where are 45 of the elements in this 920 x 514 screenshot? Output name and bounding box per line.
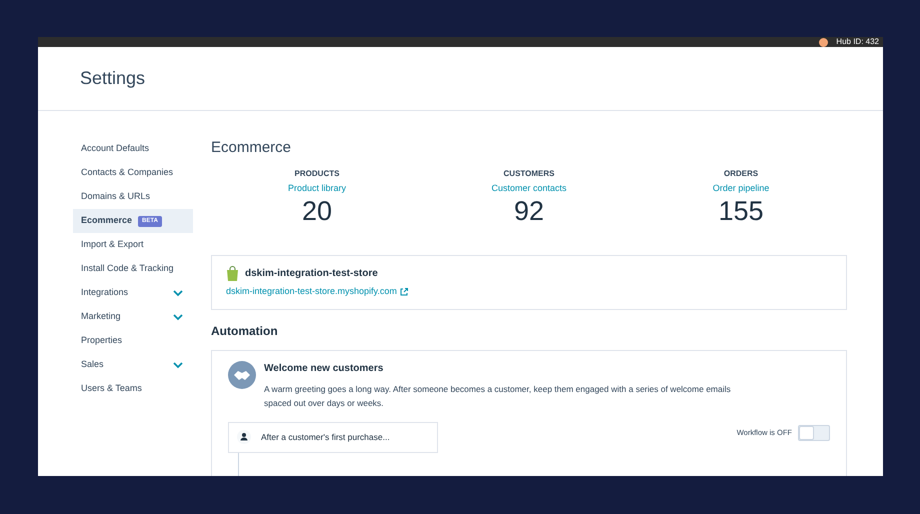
sidebar-item[interactable]: Domains & URLs bbox=[73, 185, 193, 209]
sidebar-item[interactable]: Install Code & Tracking bbox=[73, 257, 193, 281]
sidebar-label: Marketing bbox=[81, 310, 121, 324]
trigger-text: After a customer's first purchase... bbox=[261, 430, 390, 444]
store-link[interactable]: dskim-integration-test-store.myshopify.com bbox=[226, 285, 397, 298]
sidebar-label: Import & Export bbox=[81, 238, 144, 252]
hub-id: Hub ID: 432 bbox=[836, 37, 879, 47]
sidebar-item[interactable]: Account Defaults bbox=[73, 137, 193, 161]
sidebar-item[interactable]: Marketing bbox=[73, 305, 193, 329]
stat-label: CUSTOMERS bbox=[504, 168, 554, 180]
stat-value: 92 bbox=[514, 195, 544, 227]
sidebar-label: Properties bbox=[81, 334, 122, 348]
stat-label: ORDERS bbox=[724, 168, 758, 180]
page-title: Settings bbox=[80, 67, 146, 90]
external-link-icon bbox=[400, 288, 408, 296]
stat-value: 155 bbox=[718, 195, 764, 227]
sidebar-item[interactable]: Properties bbox=[73, 329, 193, 353]
automation-title: Automation bbox=[211, 322, 279, 340]
sidebar-label: Domains & URLs bbox=[81, 190, 150, 204]
trigger-card[interactable]: After a customer's first purchase... bbox=[228, 422, 438, 452]
sidebar-label: Ecommerce bbox=[81, 214, 132, 228]
section-title: Ecommerce bbox=[211, 138, 292, 158]
sidebar-label: Integrations bbox=[81, 286, 128, 300]
store-name: dskim-integration-test-store bbox=[245, 267, 378, 281]
stat-link[interactable]: Customer contacts bbox=[491, 182, 567, 195]
workflow-toggle[interactable] bbox=[798, 424, 830, 440]
sidebar-item[interactable]: Users & Teams bbox=[73, 377, 193, 401]
stat-link[interactable]: Order pipeline bbox=[712, 182, 770, 195]
shopping-bag-icon bbox=[226, 266, 239, 281]
sidebar-item[interactable]: Import & Export bbox=[73, 233, 193, 257]
sidebar-item[interactable]: Integrations bbox=[73, 281, 193, 305]
person-icon bbox=[237, 430, 251, 444]
sidebar-label: Account Defaults bbox=[81, 142, 150, 156]
stat-value: 20 bbox=[302, 195, 332, 227]
sidebar-item[interactable]: Contacts & Companies bbox=[73, 161, 193, 185]
avatar bbox=[819, 38, 828, 46]
sidebar-label: Install Code & Tracking bbox=[81, 262, 174, 276]
sidebar-label: Sales bbox=[81, 358, 104, 372]
stat-link[interactable]: Product library bbox=[288, 182, 346, 195]
card-description: A warm greeting goes a long way. After someone becomes a customer, keep them engaged with a series of welcome emails spaced out over days or weeks. bbox=[264, 382, 732, 410]
card-title: Welcome new customers bbox=[264, 362, 384, 376]
sidebar-item[interactable]: Sales bbox=[73, 353, 193, 377]
sidebar-label: Users & Teams bbox=[81, 382, 142, 396]
stat-label: PRODUCTS bbox=[294, 168, 340, 180]
sidebar-label: Contacts & Companies bbox=[81, 166, 174, 180]
